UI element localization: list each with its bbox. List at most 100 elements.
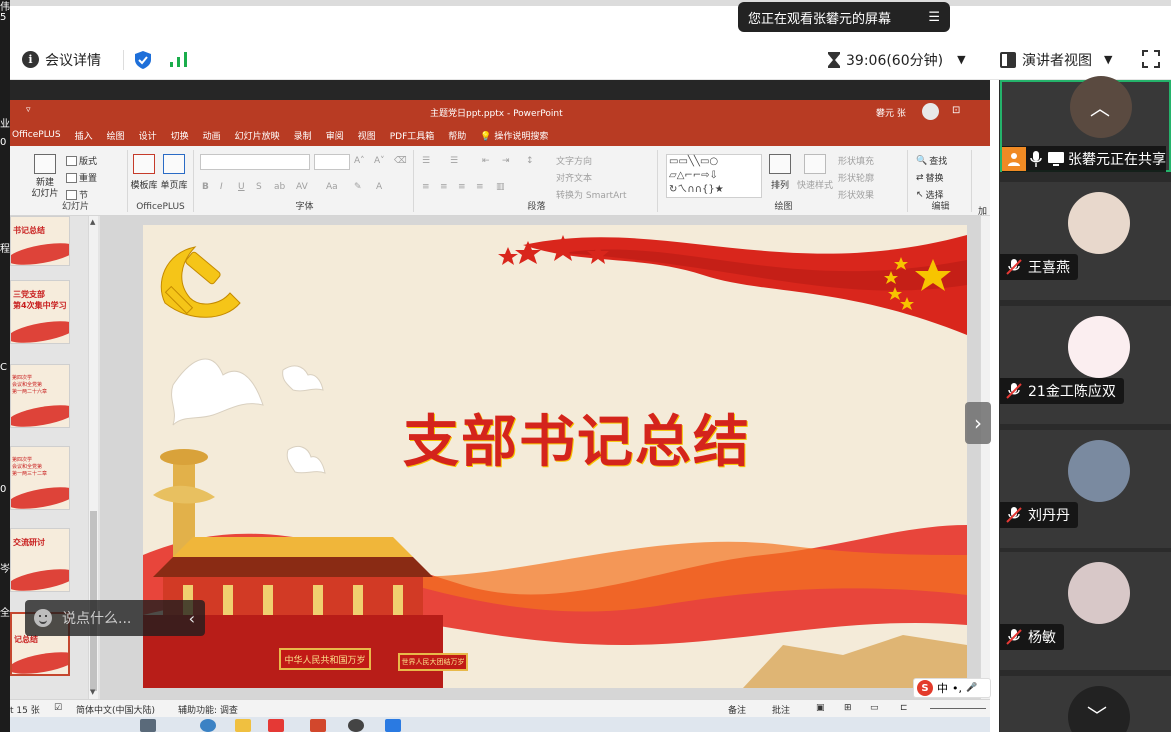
ime-punct[interactable]: •,: [952, 682, 962, 695]
signal-strength-icon[interactable]: [170, 52, 187, 67]
align-right-icon[interactable]: ≡: [458, 182, 466, 192]
wps-icon[interactable]: [268, 719, 284, 732]
ribbon-display-icon[interactable]: ⊡: [952, 105, 960, 116]
participant-tile-presenter[interactable]: ︿ 张礬元正在共享: [1000, 76, 1171, 172]
tab-review[interactable]: 审阅: [326, 129, 344, 142]
meeting-timer[interactable]: 39:06(60分钟) ▼: [828, 50, 966, 70]
tab-animations[interactable]: 动画: [203, 129, 221, 142]
participant-tile[interactable]: 刘丹丹: [1000, 430, 1171, 548]
spellcheck-icon[interactable]: ☑: [54, 703, 62, 713]
font-shrink-icon[interactable]: A˅: [374, 156, 385, 166]
comments-button[interactable]: 批注: [772, 703, 790, 716]
meeting-app-icon[interactable]: [385, 719, 401, 732]
shield-check-icon[interactable]: [135, 51, 151, 69]
decrease-indent-icon[interactable]: ⇤: [482, 156, 490, 166]
browser-icon[interactable]: [200, 719, 216, 732]
line-spacing-icon[interactable]: ↕: [526, 156, 534, 166]
chevron-down-icon[interactable]: ﹀: [1087, 700, 1107, 729]
increase-indent-icon[interactable]: ⇥: [502, 156, 510, 166]
tab-slideshow[interactable]: 幻灯片放映: [235, 129, 280, 142]
underline-button[interactable]: U: [238, 182, 245, 192]
slide-thumbnail[interactable]: 书记总结: [10, 216, 70, 266]
slide-thumbnail[interactable]: 第四次学 会议和全党第 第一两三十二章: [10, 446, 70, 510]
canvas-scrollbar[interactable]: [980, 216, 990, 699]
tell-me-search[interactable]: 💡 操作说明搜索: [480, 129, 548, 142]
new-slide-button[interactable]: 新建 幻灯片: [28, 154, 62, 200]
align-left-icon[interactable]: ≡: [422, 182, 430, 192]
slide-thumbnail[interactable]: 交流研讨: [10, 528, 70, 592]
fullscreen-icon[interactable]: [1142, 50, 1160, 68]
current-slide[interactable]: 支部书记总结 中华人民共和国万岁 世界人民大团结万岁: [143, 225, 967, 688]
tab-pdf-tools[interactable]: PDF工具箱: [390, 129, 435, 142]
notes-button[interactable]: 备注: [728, 703, 746, 716]
font-grow-icon[interactable]: A˄: [354, 156, 365, 166]
sorter-view-icon[interactable]: ⊞: [844, 703, 852, 713]
participant-tile[interactable]: 王喜燕: [1000, 182, 1171, 300]
scroll-down-icon[interactable]: ▼: [90, 688, 95, 696]
text-direction-button[interactable]: 文字方向: [556, 154, 592, 167]
numbering-icon[interactable]: ☰: [450, 156, 458, 166]
tab-design[interactable]: 设计: [139, 129, 157, 142]
font-size-select[interactable]: [314, 154, 350, 170]
tab-officeplus[interactable]: OfficePLUS: [12, 130, 61, 140]
font-name-select[interactable]: [200, 154, 310, 170]
powerpoint-icon[interactable]: [310, 719, 326, 732]
chevron-up-icon[interactable]: ︿: [1090, 92, 1110, 121]
tab-view[interactable]: 视图: [358, 129, 376, 142]
slide-title[interactable]: 支部书记总结: [403, 397, 751, 478]
taskbar-app-icon[interactable]: [140, 719, 156, 732]
slideshow-view-icon[interactable]: ⊏: [900, 703, 908, 713]
tab-insert[interactable]: 插入: [75, 129, 93, 142]
columns-icon[interactable]: ▥: [496, 182, 505, 192]
meeting-info-button[interactable]: i 会议详情: [22, 50, 101, 70]
change-case-icon[interactable]: Aa: [326, 182, 338, 192]
reset-button[interactable]: 重置: [66, 171, 97, 184]
slide-thumbnail[interactable]: 三党支部 第4次集中学习: [10, 280, 70, 344]
shape-outline-button[interactable]: 形状轮廓: [838, 171, 874, 184]
bullets-icon[interactable]: ☰: [422, 156, 430, 166]
accessibility-status[interactable]: 辅助功能: 调查: [178, 703, 238, 716]
tab-record[interactable]: 录制: [294, 129, 312, 142]
bold-button[interactable]: B: [202, 182, 209, 192]
scroll-up-icon[interactable]: ▲: [90, 218, 95, 226]
ime-mode[interactable]: 中: [937, 680, 948, 696]
arrange-button[interactable]: 排列: [766, 154, 794, 191]
participant-tile[interactable]: [1000, 676, 1171, 732]
quick-styles-button[interactable]: 快速样式: [796, 154, 834, 191]
avatar-app-icon[interactable]: [348, 719, 364, 732]
folder-icon[interactable]: [235, 719, 251, 732]
collapse-chat-icon[interactable]: ‹: [189, 609, 195, 628]
find-button[interactable]: 🔍 查找: [916, 154, 947, 168]
ime-toolbar[interactable]: S 中 •, 🎤: [913, 678, 991, 698]
strikethrough-icon[interactable]: ab: [274, 182, 285, 192]
normal-view-icon[interactable]: ▣: [816, 703, 825, 713]
next-slide-button[interactable]: ›: [965, 402, 991, 444]
user-name[interactable]: 礬元 张: [876, 106, 906, 119]
page-gallery-button[interactable]: 单页库: [160, 154, 188, 191]
zoom-slider[interactable]: [930, 708, 986, 709]
template-library-button[interactable]: 模板库: [130, 154, 158, 191]
screen-share-banner[interactable]: 您正在观看张礬元的屏幕 ☰: [738, 2, 950, 32]
chat-input[interactable]: 说点什么... ‹: [25, 600, 205, 636]
participant-tile[interactable]: 杨敏: [1000, 552, 1171, 670]
shadow-button[interactable]: S: [256, 182, 262, 192]
shapes-gallery[interactable]: ▭▭╲╲▭○ ▱△⌐⌐⇨⇩ ↻ㄟ∩∩{}★: [666, 154, 762, 198]
highlight-icon[interactable]: ✎: [354, 182, 362, 192]
user-avatar-icon[interactable]: [922, 103, 939, 120]
tab-help[interactable]: 帮助: [448, 129, 466, 142]
emoji-icon[interactable]: [34, 609, 52, 627]
tab-transitions[interactable]: 切换: [171, 129, 189, 142]
shape-fill-button[interactable]: 形状填充: [838, 154, 874, 167]
tab-draw[interactable]: 绘图: [107, 129, 125, 142]
clear-format-icon[interactable]: ⌫: [394, 156, 407, 166]
ime-mic-icon[interactable]: 🎤: [966, 683, 977, 693]
presenter-view-button[interactable]: 演讲者视图 ▼: [1000, 50, 1112, 70]
language-status[interactable]: 简体中文(中国大陆): [76, 703, 155, 716]
char-spacing-icon[interactable]: AV: [296, 182, 308, 192]
participant-tile[interactable]: 21金工陈应双: [1000, 306, 1171, 424]
slide-thumbnail[interactable]: 第四次学 会议和全党第 第一两二十六章: [10, 364, 70, 428]
reading-view-icon[interactable]: ▭: [870, 703, 879, 713]
align-center-icon[interactable]: ≡: [440, 182, 448, 192]
justify-icon[interactable]: ≡: [476, 182, 484, 192]
replace-button[interactable]: ⇄ 替换: [916, 171, 944, 185]
